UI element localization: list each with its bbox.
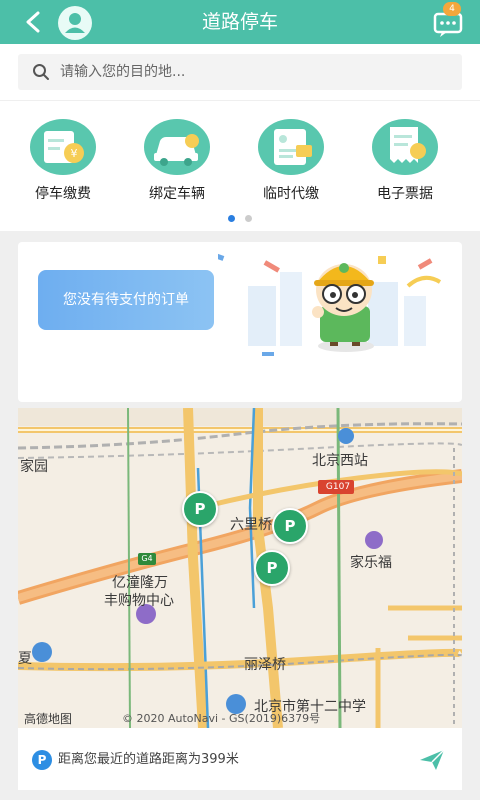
order-card: 您没有待支付的订单: [18, 242, 462, 402]
quick-action-label: 绑定车辆: [149, 186, 205, 202]
search-input[interactable]: 请输入您的目的地...: [18, 54, 462, 90]
quick-action-label: 停车缴费: [35, 186, 91, 202]
map-label: 六里桥: [230, 517, 272, 533]
quick-action-bind-vehicle[interactable]: 绑定车辆: [127, 115, 227, 203]
map-label: 丽泽桥: [244, 657, 286, 673]
quick-action-temp-payment[interactable]: 临时代缴: [241, 115, 341, 203]
car-icon: [144, 119, 210, 175]
mascot-illustration: [218, 252, 442, 356]
nearest-road-bar: P 距离您最近的道路距离为399米: [18, 728, 462, 790]
quick-action-parking-fee[interactable]: ¥ 停车缴费: [13, 115, 113, 203]
quick-actions: ¥ 停车缴费 绑定车辆 临时代缴 电子票据: [0, 101, 480, 231]
quick-action-label: 临时代缴: [263, 186, 319, 202]
svg-text:¥: ¥: [71, 147, 78, 160]
map-label: 北京西站: [312, 453, 368, 469]
page-dot-active[interactable]: [228, 215, 235, 222]
map-brand: 高德地图: [24, 712, 73, 726]
page-indicator: [0, 207, 480, 226]
map-view[interactable]: 家园 北京西站 G107 六里桥 家乐福 G4 亿潼隆万 丰购物中心 夏 丽泽桥…: [18, 408, 462, 728]
no-pending-order-message: 您没有待支付的订单: [38, 270, 214, 330]
parking-marker[interactable]: P: [182, 491, 218, 527]
page-title: 道路停车: [201, 11, 278, 33]
map-label: 夏: [18, 651, 32, 667]
parking-marker[interactable]: P: [254, 550, 290, 586]
map-label: 丰购物中心: [104, 593, 174, 609]
notification-badge: 4: [443, 2, 461, 16]
map-copyright: © 2020 AutoNavi - GS(2019)6379号: [122, 712, 321, 725]
search-icon: [33, 64, 49, 80]
map-label: 家园: [20, 459, 48, 475]
top-app-bar: 道路停车 4: [0, 0, 480, 44]
map-label: 家乐福: [350, 555, 392, 571]
temp-payment-icon: [258, 119, 324, 175]
search-section: 请输入您的目的地...: [0, 44, 480, 100]
nearest-road-distance: 距离您最近的道路距离为399米: [58, 752, 239, 767]
e-receipt-icon: [372, 119, 438, 175]
road-shield-g107: G107: [325, 482, 351, 492]
map-label: 亿潼隆万: [112, 575, 168, 591]
search-placeholder: 请输入您的目的地...: [60, 64, 186, 80]
road-shield-g4: G4: [141, 554, 153, 563]
parking-fee-icon: ¥: [30, 119, 96, 175]
quick-action-label: 电子票据: [377, 186, 433, 202]
quick-action-e-receipt[interactable]: 电子票据: [355, 115, 455, 203]
parking-marker[interactable]: P: [272, 508, 308, 544]
navigate-send-icon[interactable]: [418, 748, 446, 772]
parking-icon: P: [32, 750, 52, 770]
page-dot[interactable]: [245, 215, 252, 222]
map-roads: [18, 408, 462, 728]
